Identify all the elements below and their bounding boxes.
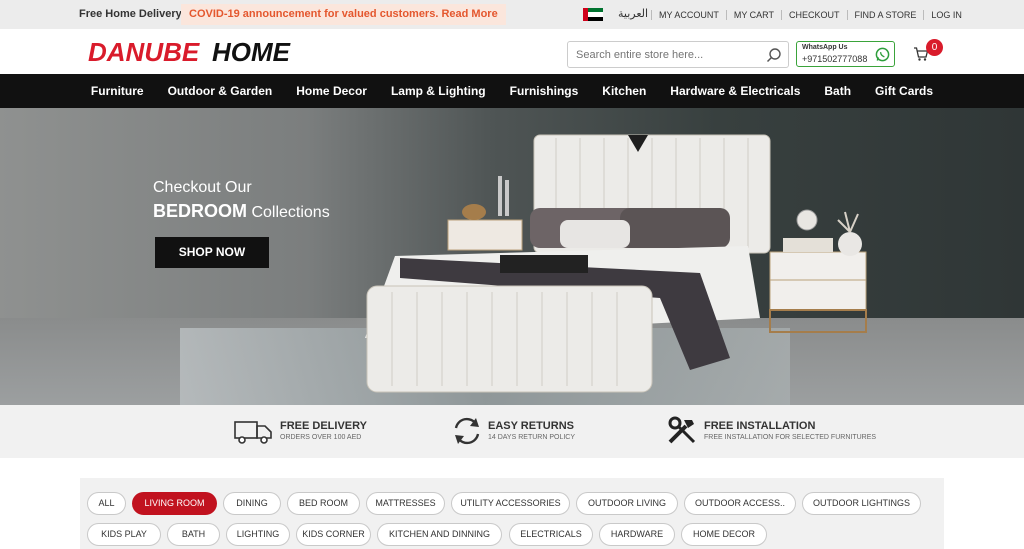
hero-banner[interactable]: Checkout Our BEDROOM Collections SHOP NO…	[0, 108, 1024, 405]
nav-item-bath[interactable]: Bath	[824, 84, 851, 98]
category-chip-mattresses[interactable]: MATTRESSES	[366, 492, 445, 515]
feature-subtitle: FREE INSTALLATION FOR SELECTED FURNITURE…	[704, 434, 877, 441]
category-chip-bed-room[interactable]: BED ROOM	[287, 492, 360, 515]
category-chip-electricals[interactable]: ELECTRICALS	[509, 523, 593, 546]
category-filter: ALL LIVING ROOM DINING BED ROOM MATTRESS…	[80, 478, 944, 549]
category-chip-bath[interactable]: BATH	[167, 523, 220, 546]
category-chip-all[interactable]: ALL	[87, 492, 126, 515]
main-nav: Furniture Outdoor & Garden Home Decor La…	[0, 74, 1024, 108]
feature-subtitle: ORDERS OVER 100 AED	[280, 434, 362, 441]
nav-item-furnishings[interactable]: Furnishings	[510, 84, 579, 98]
search-icon[interactable]	[766, 47, 782, 63]
category-chip-kitchen-and-dinning[interactable]: KITCHEN AND DINNING	[377, 523, 502, 546]
find-a-store-link[interactable]: FIND A STORE	[846, 10, 924, 20]
my-account-link[interactable]: MY ACCOUNT	[651, 10, 726, 20]
free-delivery-text: Free Home Delivery	[79, 8, 182, 20]
nav-item-gift-cards[interactable]: Gift Cards	[875, 84, 933, 98]
feature-title: FREE INSTALLATION	[704, 420, 816, 432]
feature-title: FREE DELIVERY	[280, 420, 367, 432]
category-chip-utility-accessories[interactable]: UTILITY ACCESSORIES	[451, 492, 570, 515]
language-switch-link[interactable]: العربية	[618, 7, 648, 20]
nav-item-kitchen[interactable]: Kitchen	[602, 84, 646, 98]
checkout-link[interactable]: CHECKOUT	[781, 10, 847, 20]
nav-item-lamp-lighting[interactable]: Lamp & Lighting	[391, 84, 486, 98]
logo-text-danube: DANUBE	[88, 38, 200, 66]
category-chip-outdoor-living[interactable]: OUTDOOR LIVING	[576, 492, 678, 515]
category-chip-kids-play[interactable]: KIDS PLAY	[87, 523, 161, 546]
covid-announcement-link[interactable]: COVID-19 announcement for valued custome…	[181, 4, 506, 25]
bed-illustration	[365, 134, 867, 393]
nav-item-home-decor[interactable]: Home Decor	[296, 84, 367, 98]
whatsapp-number: +971502777088	[802, 54, 868, 64]
feature-title: EASY RETURNS	[488, 420, 574, 432]
category-chip-living-room[interactable]: LIVING ROOM	[132, 492, 217, 515]
search-input[interactable]	[576, 47, 756, 63]
category-chip-lighting[interactable]: LIGHTING	[226, 523, 290, 546]
returns-icon	[454, 417, 480, 445]
feature-subtitle: 14 DAYS RETURN POLICY	[488, 434, 576, 441]
shop-now-button[interactable]: SHOP NOW	[155, 237, 269, 268]
hero-line2: BEDROOM Collections	[153, 201, 330, 222]
nav-item-outdoor-garden[interactable]: Outdoor & Garden	[168, 84, 273, 98]
hero-line1: Checkout Our	[153, 179, 252, 196]
top-bar: Free Home Delivery COVID-19 announcement…	[0, 0, 1024, 29]
uae-flag-icon[interactable]	[583, 8, 603, 21]
category-chip-outdoor-access[interactable]: OUTDOOR ACCESS..	[684, 492, 796, 515]
tools-icon	[668, 416, 696, 444]
category-chip-home-decor[interactable]: HOME DECOR	[681, 523, 767, 546]
cart-count-badge[interactable]: 0	[926, 39, 943, 56]
nav-item-furniture[interactable]: Furniture	[91, 84, 144, 98]
category-chip-hardware[interactable]: HARDWARE	[599, 523, 675, 546]
whatsapp-icon	[875, 47, 890, 62]
category-chip-dining[interactable]: DINING	[223, 492, 281, 515]
danube-home-logo[interactable]: DANUBE HOME	[88, 38, 344, 66]
category-chip-outdoor-lightings[interactable]: OUTDOOR LIGHTINGS	[802, 492, 921, 515]
category-chip-kids-corner[interactable]: KIDS CORNER	[296, 523, 371, 546]
logo-text-home: HOME	[212, 38, 291, 66]
hero-line2-rest: Collections	[247, 204, 330, 221]
features-strip: FREE DELIVERY ORDERS OVER 100 AED EASY R…	[0, 405, 1024, 458]
my-cart-link[interactable]: MY CART	[725, 10, 781, 20]
whatsapp-button[interactable]: WhatsApp Us +971502777088	[796, 41, 895, 67]
truck-icon	[234, 421, 272, 444]
search-box	[567, 41, 789, 68]
nav-item-hardware-electricals[interactable]: Hardware & Electricals	[670, 84, 800, 98]
hero-line2-bold: BEDROOM	[153, 201, 247, 221]
whatsapp-label: WhatsApp Us	[802, 44, 848, 51]
log-in-link[interactable]: LOG IN	[923, 10, 969, 20]
account-links: MY ACCOUNT MY CART CHECKOUT FIND A STORE…	[651, 10, 969, 20]
